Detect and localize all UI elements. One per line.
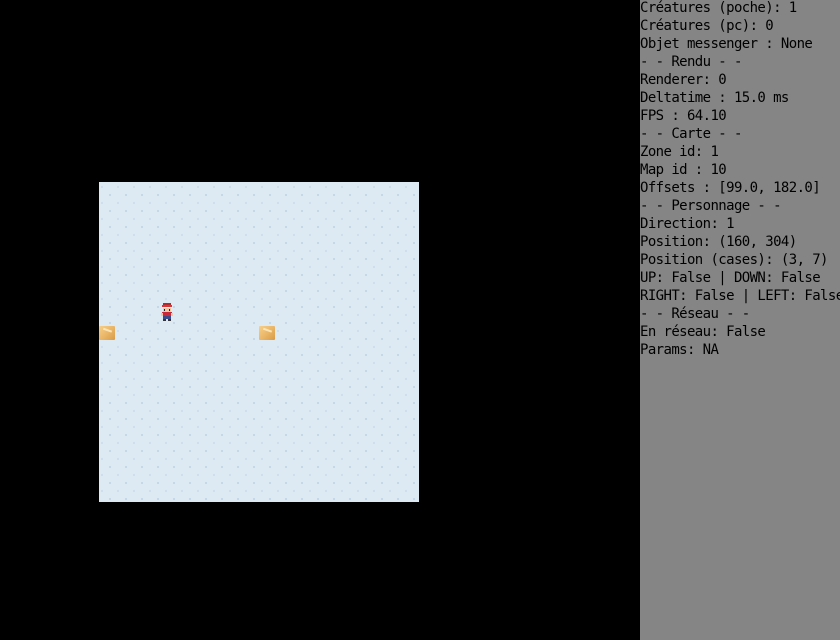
debug-info-list: Créatures (poche): 1 Créatures (pc): 0 Obj… xyxy=(640,0,840,359)
debug-info-panel: Créatures (poche): 1 Créatures (pc): 0 Obj… xyxy=(640,0,840,640)
game-map[interactable] xyxy=(99,182,419,502)
debug-info-line: Objet messenger : None xyxy=(640,36,813,52)
debug-info-line: Map id : 10 xyxy=(640,162,727,178)
debug-info-line: Direction: 1 xyxy=(640,216,735,232)
debug-info-line: FPS : 64.10 xyxy=(640,108,727,124)
debug-info-line: Renderer: 0 xyxy=(640,72,727,88)
debug-info-line: - - Personnage - - xyxy=(640,198,782,214)
debug-info-line: Zone id: 1 xyxy=(640,144,719,160)
debug-info-line: UP: False | DOWN: False xyxy=(640,270,821,286)
debug-info-line: Offsets : [99.0, 182.0] xyxy=(640,180,821,196)
debug-info-line: - - Rendu - - xyxy=(640,54,742,70)
debug-info-line: Position (cases): (3, 7) xyxy=(640,252,828,268)
debug-info-line: RIGHT: False | LEFT: False xyxy=(640,288,840,304)
debug-info-line: - - Carte - - xyxy=(640,126,742,142)
debug-info-line: Position: (160, 304) xyxy=(640,234,797,250)
debug-info-line: - - Réseau - - xyxy=(640,306,750,322)
debug-info-line: Params: NA xyxy=(640,342,719,358)
game-viewport[interactable] xyxy=(0,0,640,640)
debug-info-line: Créatures (pc): 0 xyxy=(640,18,774,34)
sand-tile-marker xyxy=(99,326,115,340)
debug-info-line: Créatures (poche): 1 xyxy=(640,0,797,16)
sand-tile-marker xyxy=(259,326,275,340)
debug-info-line: Deltatime : 15.0 ms xyxy=(640,90,789,106)
player-sprite xyxy=(161,303,173,321)
debug-info-line: En réseau: False xyxy=(640,324,766,340)
